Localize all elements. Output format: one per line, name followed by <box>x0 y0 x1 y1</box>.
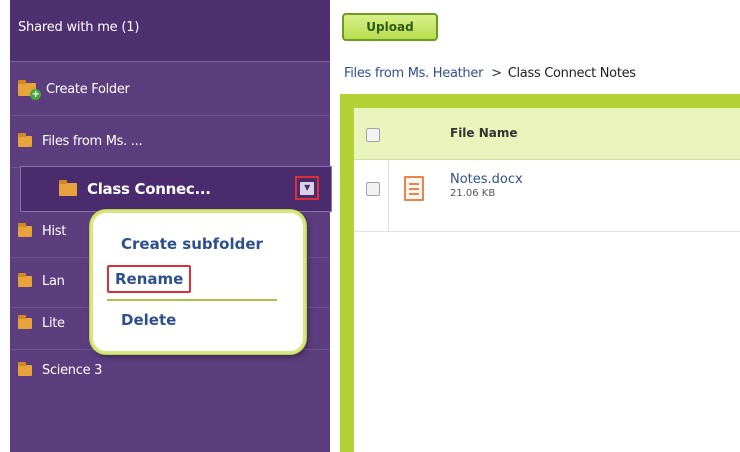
folder-icon <box>18 223 32 237</box>
sidebar-item-label: Science 3 <box>42 362 103 378</box>
create-folder-label: Create Folder <box>46 82 130 97</box>
folder-context-menu: Create subfolder Rename Delete <box>90 210 306 354</box>
folder-icon <box>18 315 32 329</box>
create-folder-item[interactable]: + Create Folder <box>10 64 330 116</box>
column-header-file-name[interactable]: File Name <box>450 126 518 140</box>
breadcrumb: Files from Ms. Heather > Class Connect Not… <box>344 66 636 81</box>
folder-icon <box>59 179 77 196</box>
table-row[interactable]: Notes.docx 21.06 KB <box>354 160 740 232</box>
shared-with-me-header[interactable]: Shared with me (1) <box>10 0 330 62</box>
create-folder-icon: + <box>18 80 41 100</box>
file-list-panel: File Name Notes.docx 21.06 KB <box>340 94 740 452</box>
sidebar-item-label: Lan <box>42 274 65 289</box>
sidebar-item-label: Hist <box>42 224 67 239</box>
table-header-row: File Name <box>354 108 740 160</box>
folder-icon <box>18 133 32 147</box>
sidebar-item-class-connect[interactable]: Class Connec... ▼ <box>20 166 332 212</box>
document-icon <box>404 176 424 201</box>
file-table: File Name Notes.docx 21.06 KB <box>354 108 740 452</box>
sidebar-item-label: Files from Ms. ... <box>42 134 143 149</box>
folder-icon <box>18 361 32 376</box>
column-divider <box>388 160 389 232</box>
chevron-down-icon: ▼ <box>300 181 314 195</box>
sidebar-item-label: Lite <box>42 316 65 331</box>
file-manager: Shared with me (1) + Create Folder Files… <box>0 0 740 452</box>
sidebar-item-files-from-ms[interactable]: Files from Ms. ... <box>10 116 330 168</box>
menu-item-delete[interactable]: Delete <box>121 311 176 329</box>
folder-options-button[interactable]: ▼ <box>295 176 319 200</box>
upload-button[interactable]: Upload <box>342 13 438 41</box>
file-size: 21.06 KB <box>450 188 496 199</box>
sidebar-item-label: Class Connec... <box>87 180 211 198</box>
breadcrumb-separator: > <box>491 66 502 81</box>
menu-item-create-subfolder[interactable]: Create subfolder <box>121 235 263 253</box>
row-checkbox[interactable] <box>366 182 380 196</box>
folder-icon <box>18 273 32 287</box>
breadcrumb-parent-link[interactable]: Files from Ms. Heather <box>344 66 483 81</box>
breadcrumb-current: Class Connect Notes <box>507 66 636 81</box>
menu-divider <box>107 299 277 301</box>
menu-item-rename[interactable]: Rename <box>107 265 192 293</box>
file-name-link[interactable]: Notes.docx <box>450 172 523 187</box>
select-all-checkbox[interactable] <box>366 128 380 142</box>
